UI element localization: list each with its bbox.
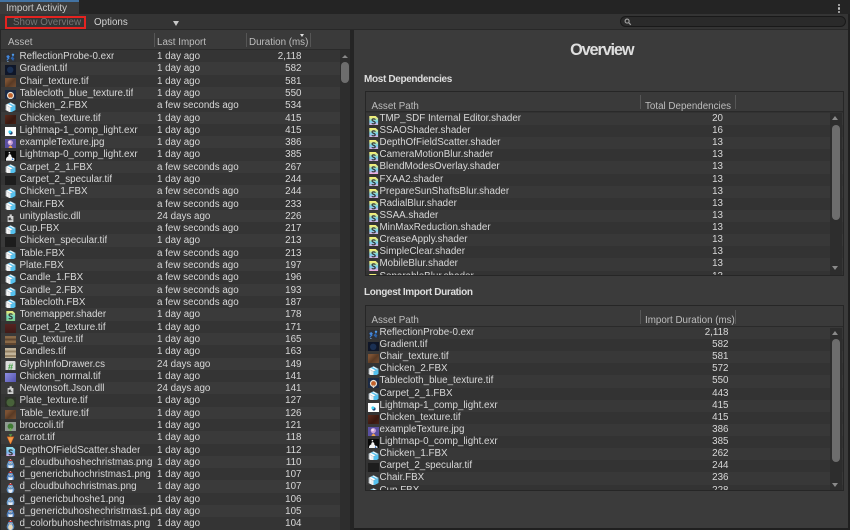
svg-text:#: # xyxy=(7,362,13,370)
